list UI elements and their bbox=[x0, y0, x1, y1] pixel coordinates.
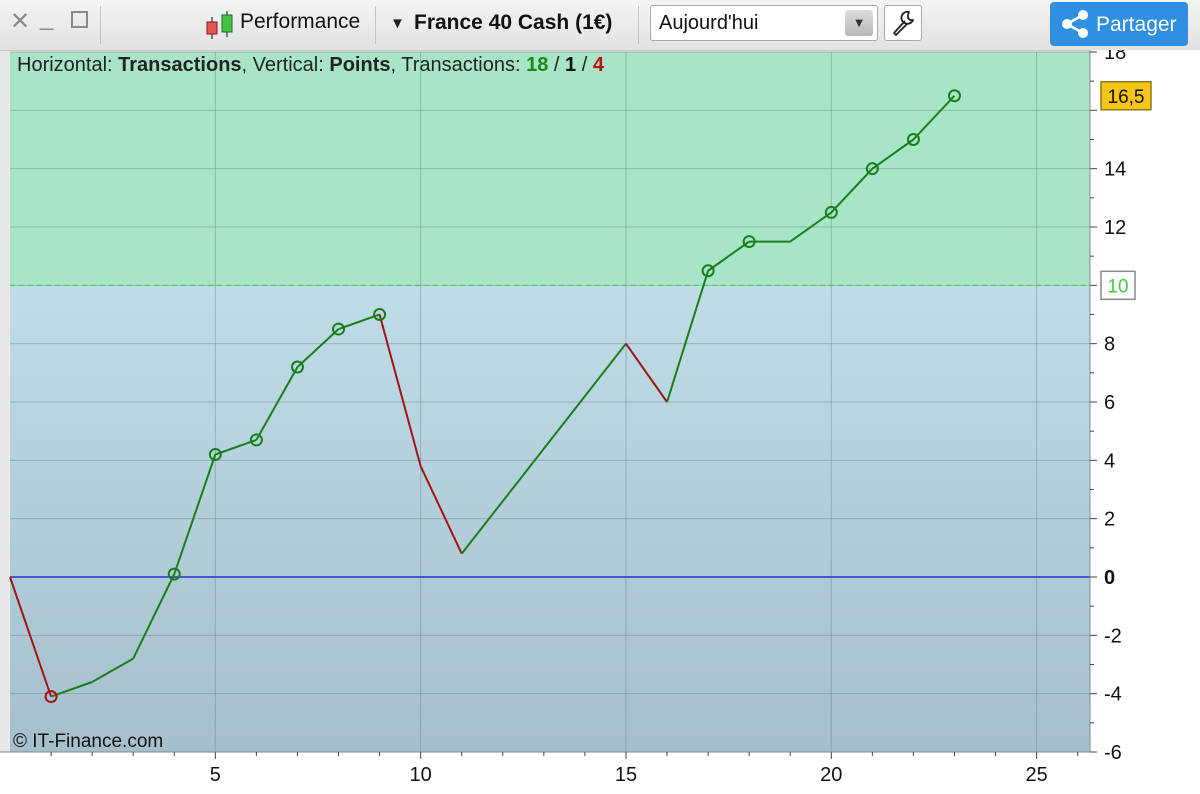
settings-button[interactable] bbox=[884, 5, 922, 41]
chevron-down-icon[interactable]: ▼ bbox=[845, 10, 873, 36]
chevron-down-icon[interactable]: ▼ bbox=[390, 15, 405, 32]
summary-vertical-value: Points bbox=[329, 54, 391, 76]
performance-label: Performance bbox=[240, 10, 361, 33]
summary-label: Horizontal: bbox=[17, 54, 119, 76]
toolbar-separator bbox=[638, 6, 639, 44]
last-value-label: 16,5 bbox=[1108, 87, 1145, 108]
y-tick-label: 18 bbox=[1104, 50, 1126, 64]
share-icon bbox=[1062, 10, 1088, 38]
y-tick-label: -4 bbox=[1104, 684, 1122, 706]
wrench-icon bbox=[893, 10, 914, 36]
series-summary: Horizontal: Transactions, Vertical: Poin… bbox=[17, 54, 604, 77]
share-button[interactable]: Partager bbox=[1050, 2, 1188, 46]
x-tick-label: 15 bbox=[615, 764, 637, 786]
summary-label: , Vertical: bbox=[241, 54, 330, 76]
x-tick-label: 5 bbox=[210, 764, 221, 786]
period-value: Aujourd'hui bbox=[659, 12, 759, 34]
neutral-trades-count: 1 bbox=[565, 54, 577, 76]
winning-trades-count: 18 bbox=[526, 54, 549, 76]
y-tick-label: 8 bbox=[1104, 334, 1115, 356]
performance-chart: -6-4-2024681214185 10 15 20 2516,510 bbox=[0, 50, 1200, 794]
y-tick-label: 2 bbox=[1104, 509, 1115, 531]
y-tick-label: 14 bbox=[1104, 159, 1126, 181]
x-tick-label: 10 bbox=[410, 764, 432, 786]
close-icon[interactable]: ✕ bbox=[10, 10, 30, 34]
y-tick-label: 0 bbox=[1104, 567, 1115, 589]
toolbar: ✕ _ Performance ▼ France 40 Cash (1€) Au… bbox=[0, 0, 1200, 51]
x-tick-label: 20 bbox=[820, 764, 842, 786]
y-tick-label: 6 bbox=[1104, 392, 1115, 414]
x-tick-label: 25 bbox=[1025, 764, 1047, 786]
x-axis-panel bbox=[0, 752, 1090, 794]
share-label: Partager bbox=[1096, 13, 1177, 36]
summary-label: , Transactions: bbox=[390, 54, 527, 76]
candlestick-icon bbox=[206, 11, 233, 39]
y-tick-label: -6 bbox=[1104, 742, 1122, 764]
summary-separator: / bbox=[548, 54, 566, 76]
maximize-icon[interactable] bbox=[70, 10, 90, 35]
y-tick-label: -2 bbox=[1104, 625, 1122, 647]
toolbar-separator bbox=[100, 6, 101, 44]
losing-trades-count: 4 bbox=[592, 54, 604, 76]
target-level-label: 10 bbox=[1107, 276, 1128, 297]
y-tick-label: 12 bbox=[1104, 217, 1126, 239]
copyright-notice: © IT-Finance.com bbox=[13, 731, 164, 752]
summary-horizontal-value: Transactions bbox=[118, 54, 242, 76]
instrument-selector[interactable]: France 40 Cash (1€) bbox=[414, 11, 612, 35]
y-tick-label: 4 bbox=[1104, 450, 1115, 472]
period-dropdown[interactable]: Aujourd'hui ▼ bbox=[650, 5, 878, 41]
minimize-icon[interactable]: _ bbox=[40, 6, 53, 30]
toolbar-separator bbox=[375, 6, 376, 44]
summary-separator: / bbox=[576, 54, 593, 76]
